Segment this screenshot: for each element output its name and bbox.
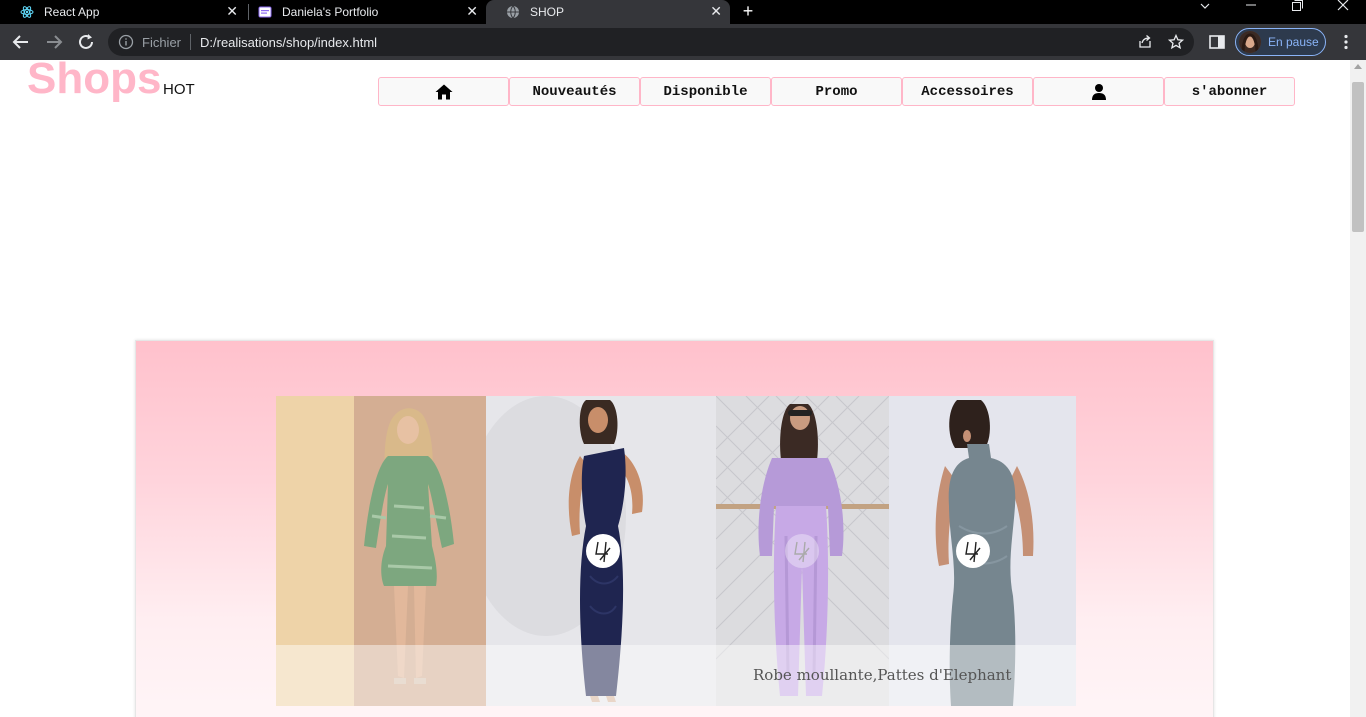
- info-icon[interactable]: [118, 34, 134, 50]
- close-icon[interactable]: ✕: [226, 3, 238, 19]
- site-logo-suffix: HOT: [163, 81, 195, 98]
- browser-toolbar: Fichier D:/realisations/shop/index.html …: [0, 24, 1366, 60]
- menu-disponible-button[interactable]: Disponible: [640, 77, 771, 106]
- bookmark-star-icon[interactable]: [1168, 34, 1184, 50]
- menu-promo-button[interactable]: Promo: [771, 77, 902, 106]
- close-icon[interactable]: ✕: [710, 3, 722, 19]
- restore-button[interactable]: [1274, 0, 1320, 24]
- image-slider[interactable]: Robe moullante,Pattes d'Elephant: [276, 396, 1076, 706]
- menu-home-button[interactable]: [378, 77, 509, 106]
- tab-portfolio[interactable]: Daniela's Portfolio ✕: [238, 0, 486, 24]
- promo-banner: Robe moullante,Pattes d'Elephant: [135, 340, 1214, 717]
- menu-subscribe-button[interactable]: s'abonner: [1164, 77, 1295, 106]
- profile-button[interactable]: En pause: [1235, 28, 1326, 56]
- reload-icon[interactable]: [75, 31, 97, 53]
- tab-title: React App: [44, 5, 100, 19]
- url-text[interactable]: D:/realisations/shop/index.html: [200, 35, 377, 50]
- forward-arrow-icon[interactable]: [43, 31, 65, 53]
- tab-search-icon[interactable]: [1182, 0, 1228, 24]
- minimize-button[interactable]: [1228, 0, 1274, 24]
- page-scrollbar[interactable]: [1350, 60, 1366, 717]
- profile-status-label: En pause: [1268, 35, 1319, 49]
- avatar: [1239, 31, 1261, 53]
- watermark-badge: [586, 534, 620, 568]
- tab-title: SHOP: [530, 5, 565, 19]
- side-panel-icon[interactable]: [1208, 33, 1226, 51]
- scroll-up-arrow-icon[interactable]: [1354, 64, 1362, 69]
- tab-shop[interactable]: SHOP ✕: [486, 0, 730, 24]
- menu-accessoires-button[interactable]: Accessoires: [902, 77, 1033, 106]
- tab-strip: React App ✕ Daniela's Portfolio ✕ SHOP ✕…: [0, 0, 1366, 24]
- close-icon[interactable]: ✕: [466, 3, 478, 19]
- menu-nouveautes-button[interactable]: Nouveautés: [509, 77, 640, 106]
- react-icon: [20, 6, 34, 18]
- tab-react-app[interactable]: React App ✕: [0, 0, 246, 24]
- url-scheme-label: Fichier: [142, 35, 182, 50]
- close-window-button[interactable]: [1320, 0, 1366, 24]
- menu-account-button[interactable]: [1033, 77, 1164, 106]
- portfolio-icon: [258, 6, 272, 18]
- scroll-thumb[interactable]: [1352, 82, 1364, 232]
- site-logo[interactable]: Shops: [27, 60, 161, 104]
- address-bar[interactable]: Fichier D:/realisations/shop/index.html: [108, 28, 1194, 56]
- address-divider: [190, 34, 191, 50]
- share-icon[interactable]: [1137, 34, 1153, 50]
- slide-caption: Robe moullante,Pattes d'Elephant: [753, 666, 1012, 684]
- tab-title: Daniela's Portfolio: [282, 5, 379, 19]
- globe-icon: [507, 5, 519, 19]
- watermark-badge: [785, 534, 819, 568]
- user-icon: [1091, 83, 1106, 100]
- home-icon: [435, 84, 452, 99]
- page-viewport: Shops HOT Nouveautés Disponible Promo Ac…: [0, 60, 1350, 717]
- new-tab-button[interactable]: +: [738, 0, 758, 24]
- more-menu-icon[interactable]: [1337, 33, 1355, 51]
- watermark-badge: [956, 534, 990, 568]
- back-arrow-icon[interactable]: [10, 31, 32, 53]
